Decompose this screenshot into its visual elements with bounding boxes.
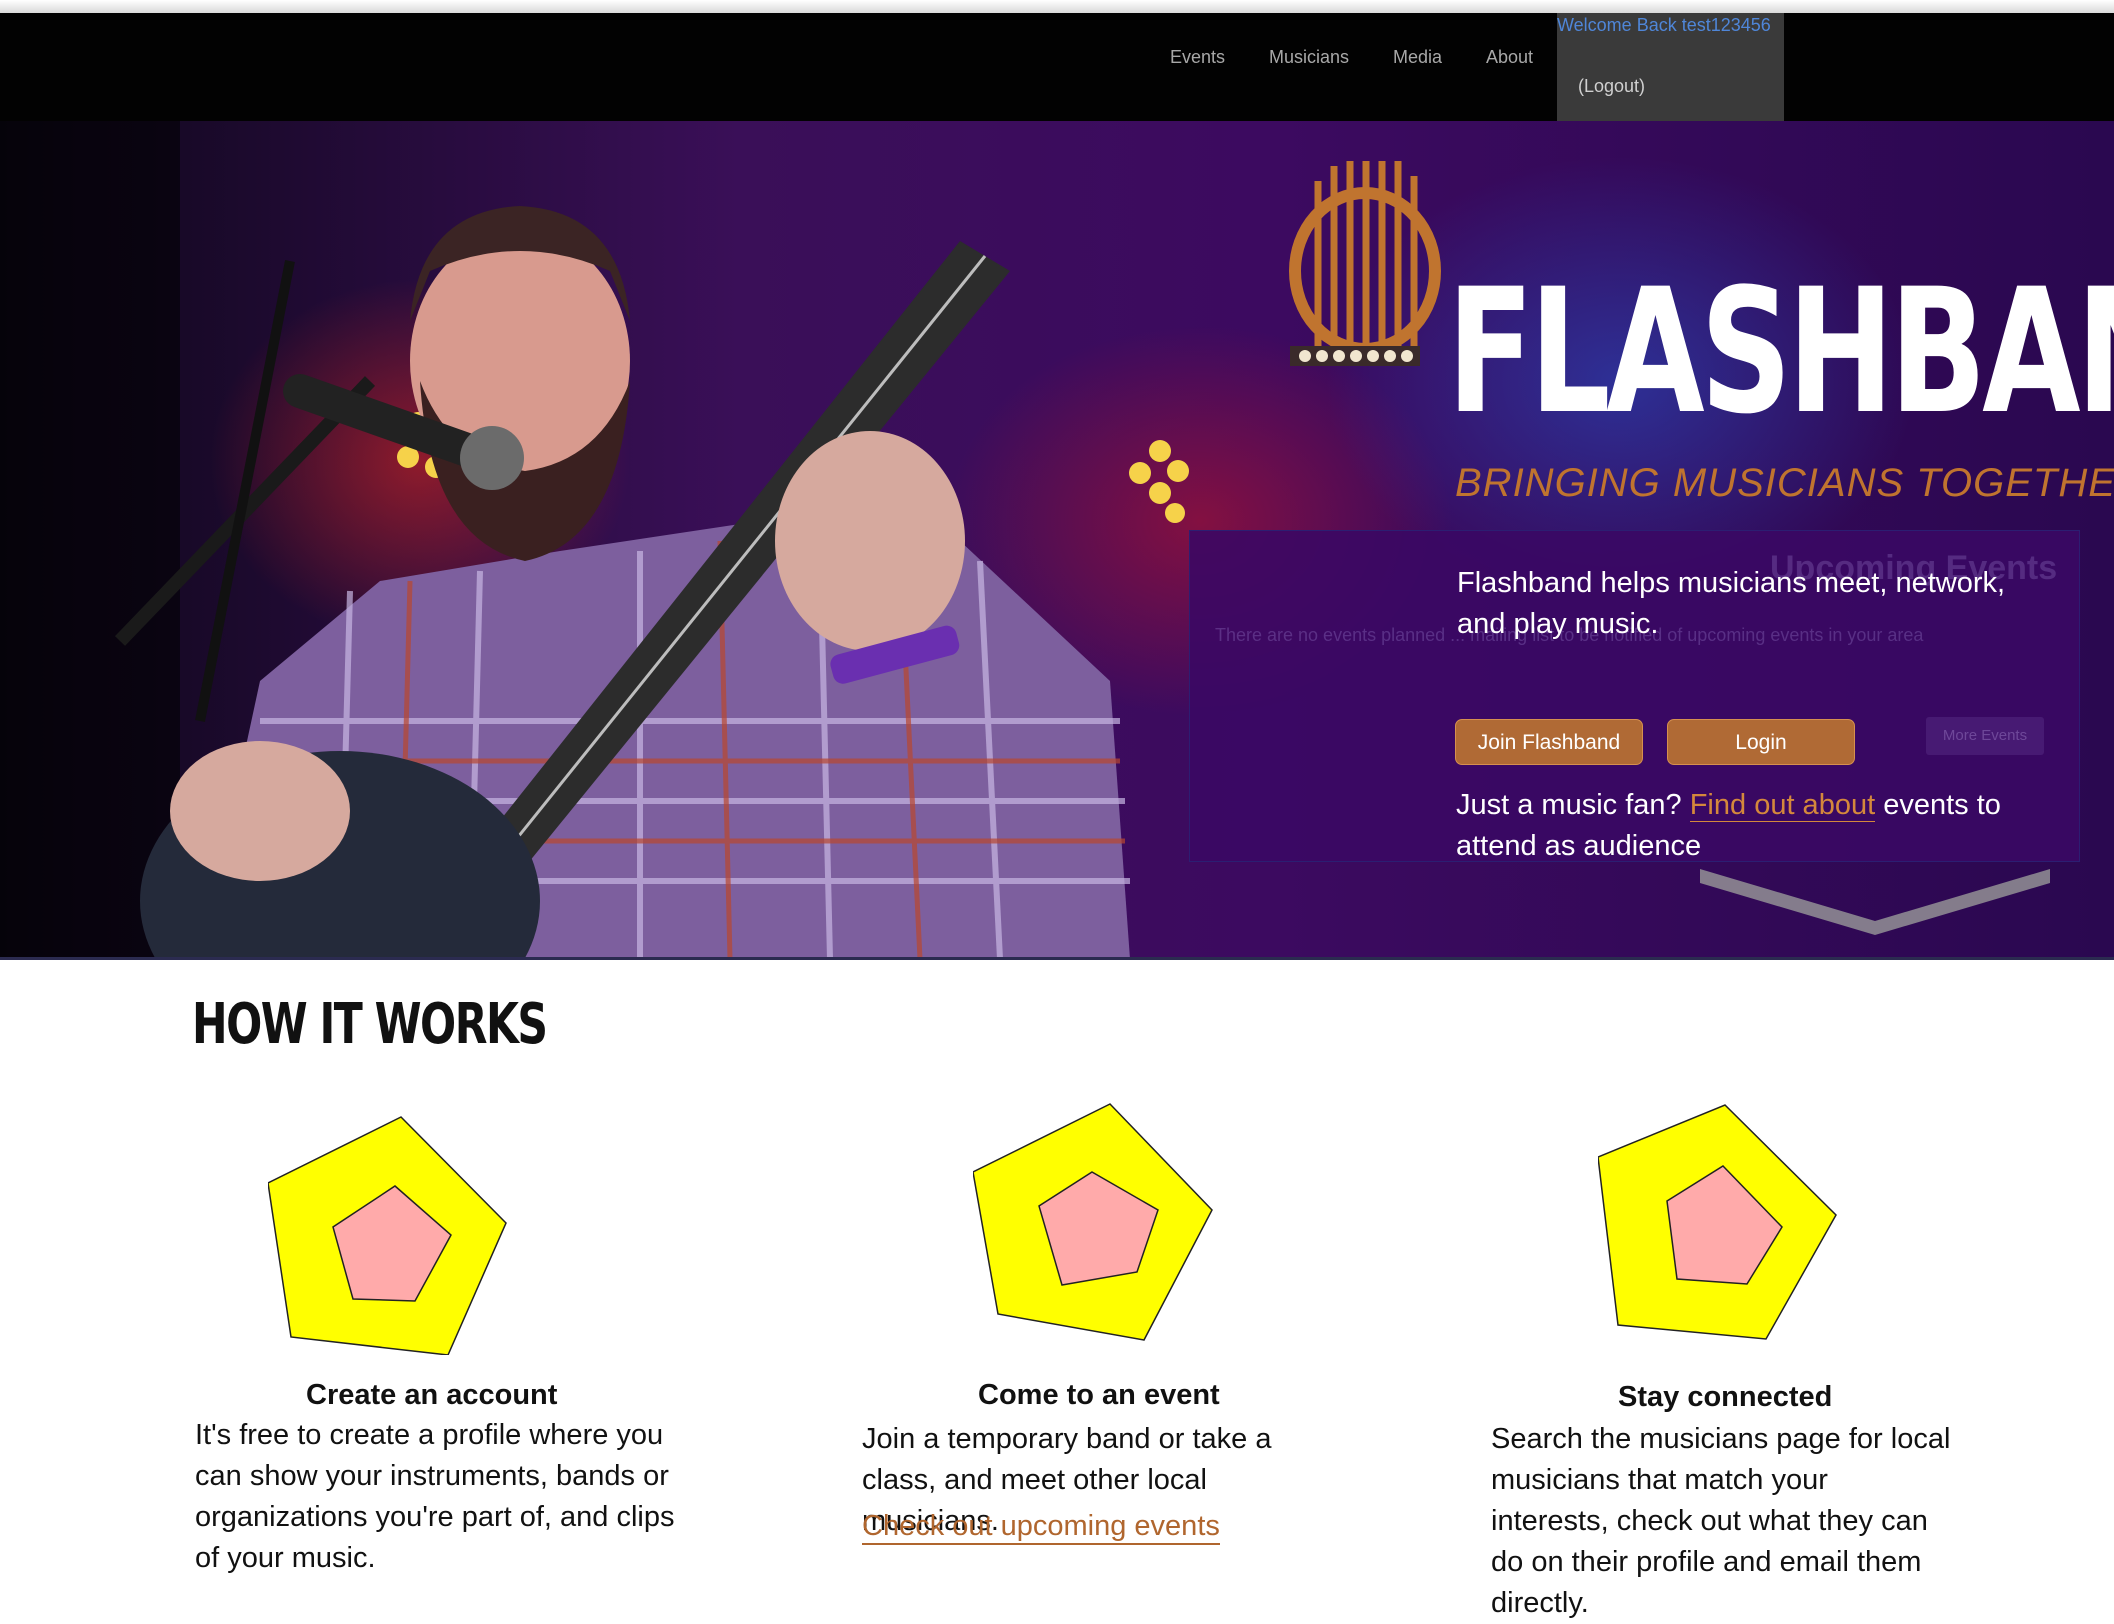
step-come-to-event-title: Come to an event [978, 1379, 1220, 1411]
hero-divider [0, 957, 2114, 960]
how-it-works-title: HOW IT WORKS [192, 992, 548, 1057]
top-navbar: Events Musicians Media About Welcome Bac… [0, 13, 2114, 121]
intro-description: Flashband helps musicians meet, network,… [1457, 567, 2006, 640]
nav-link-media[interactable]: Media [1393, 47, 1442, 68]
scroll-down-chevron-icon[interactable] [1700, 869, 2050, 939]
ghost-more-events-button: More Events [1926, 717, 2044, 755]
pentagon-icon [973, 1103, 1213, 1341]
pentagon-icon [268, 1116, 507, 1355]
fan-prefix: Just a music fan? [1456, 789, 1682, 821]
login-button[interactable]: Login [1667, 719, 1855, 765]
browser-top-strip [0, 0, 2114, 14]
step-create-account-title: Create an account [306, 1379, 558, 1411]
step-stay-connected-description: Search the musicians page for local musi… [1491, 1423, 1951, 1619]
hero-banner: FLASHBAND BRINGING MUSICIANS TOGETHER Up… [0, 121, 2114, 959]
find-out-about-link[interactable]: Find out about [1689, 789, 1876, 822]
pentagon-icon [1598, 1104, 1837, 1340]
logo-tagline: BRINGING MUSICIANS TOGETHER [1455, 461, 2114, 505]
step-create-account-description: It's free to create a profile where you … [195, 1419, 675, 1574]
music-fan-text: Just a music fan? Find out about events … [1456, 785, 2056, 867]
nav-link-about[interactable]: About [1486, 47, 1533, 68]
step-stay-connected-title: Stay connected [1618, 1381, 1833, 1413]
nav-link-events[interactable]: Events [1170, 47, 1225, 68]
logout-link[interactable]: (Logout) [1578, 76, 1645, 97]
check-out-upcoming-events-link[interactable]: Check out upcoming events [862, 1510, 1220, 1545]
logo-wordmark: FLASHBAND [1447, 251, 2114, 452]
nav-link-musicians[interactable]: Musicians [1269, 47, 1349, 68]
intro-panel: Upcoming Events There are no events plan… [1189, 530, 2080, 862]
user-menu: Welcome Back test123456 (Logout) [1557, 13, 1784, 121]
join-flashband-button[interactable]: Join Flashband [1455, 719, 1643, 765]
welcome-message[interactable]: Welcome Back test123456 [1557, 15, 1771, 36]
